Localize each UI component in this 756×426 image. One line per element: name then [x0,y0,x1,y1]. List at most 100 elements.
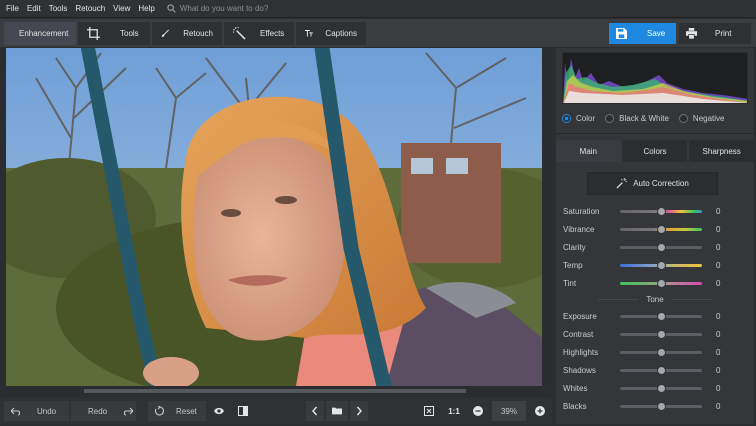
reset-icon [154,406,164,416]
tab-label: Enhancement [19,29,69,38]
slider-temp[interactable]: Temp 0 [556,256,754,274]
tone-label: Tone [646,295,664,304]
search-box[interactable]: What do you want to do? [167,4,269,13]
vertical-scrollbar[interactable] [543,48,550,386]
slider-shadows[interactable]: Shadows 0 [556,361,754,379]
minus-circle-icon [473,406,483,416]
tab-captions[interactable]: Captions [296,22,366,45]
redo-label: Redo [88,406,108,416]
feature-tabs: Enhancement Tools Retouch Effects Captio… [4,22,366,45]
slider-tint[interactable]: Tint 0 [556,274,754,292]
tab-main[interactable]: Main [556,140,621,162]
menu-file[interactable]: File [6,4,19,13]
photo-canvas[interactable] [6,48,542,386]
compare-button[interactable] [232,401,254,421]
tab-enhancement[interactable]: Enhancement [4,22,76,45]
undo-icon [11,407,21,416]
plus-circle-icon [535,406,545,416]
menu-edit[interactable]: Edit [27,4,41,13]
next-photo-button[interactable] [350,401,368,421]
print-button[interactable]: Print [679,23,751,44]
slider-knob[interactable] [657,365,666,375]
tab-label: Effects [260,29,285,38]
divider [556,133,754,134]
slider-knob[interactable] [657,260,666,270]
search-input[interactable]: What do you want to do? [180,4,269,13]
slider-value: 0 [716,383,721,393]
radio-dot [678,114,688,123]
slider-knob[interactable] [657,224,666,234]
slider-label: Exposure [563,311,597,321]
actual-size-button[interactable]: 1:1 [443,401,465,421]
slider-contrast[interactable]: Contrast 0 [556,325,754,343]
slider-label: Contrast [563,329,594,339]
zoom-out-button[interactable] [469,401,487,421]
chevron-right-icon [356,406,362,416]
scroll-thumb[interactable] [84,389,466,393]
main-toolbar: Enhancement Tools Retouch Effects Captio… [0,19,756,47]
menu-help[interactable]: Help [138,4,154,13]
preview-button[interactable] [208,401,230,421]
slider-label: Clarity [563,242,586,252]
folder-icon [332,407,342,415]
brush-icon [161,29,169,38]
histogram-graph [563,58,747,103]
menu-retouch[interactable]: Retouch [75,4,105,13]
slider-knob[interactable] [657,329,666,339]
mode-negative[interactable]: Negative [678,114,725,123]
tab-effects[interactable]: Effects [224,22,294,45]
slider-value: 0 [716,224,721,234]
save-button[interactable]: Save [609,23,676,44]
slider-blacks[interactable]: Blacks 0 [556,397,754,415]
slider-vibrance[interactable]: Vibrance 0 [556,220,754,238]
reset-button[interactable]: Reset [148,401,206,421]
search-icon [167,4,176,13]
floppy-disk-icon [616,28,627,39]
reset-label: Reset [176,406,197,416]
zoom-level[interactable]: 39% [492,401,526,421]
slider-label: Tint [563,278,577,288]
slider-highlights[interactable]: Highlights 0 [556,343,754,361]
slider-knob[interactable] [657,242,666,252]
slider-label: Whites [563,383,588,393]
slider-label: Blacks [563,401,587,411]
slider-value: 0 [716,278,721,288]
undo-button[interactable]: Undo [4,401,69,421]
auto-correction-button[interactable]: Auto Correction [587,172,718,195]
slider-knob[interactable] [657,278,666,288]
slider-saturation[interactable]: Saturation 0 [556,202,754,220]
slider-knob[interactable] [657,383,666,393]
slider-clarity[interactable]: Clarity 0 [556,238,754,256]
magic-wand-icon [233,27,246,40]
mode-black-white[interactable]: Black & White [605,114,669,123]
tab-retouch[interactable]: Retouch [152,22,222,45]
menu-view[interactable]: View [113,4,130,13]
open-folder-button[interactable] [326,401,348,421]
tab-colors[interactable]: Colors [622,140,688,162]
tab-label: Captions [325,29,357,38]
menu-tools[interactable]: Tools [49,4,68,13]
slider-knob[interactable] [657,206,666,216]
slider-knob[interactable] [657,347,666,357]
divider [671,299,712,300]
fit-to-screen-button[interactable] [420,401,438,421]
tab-label: Tools [120,29,139,38]
zoom-in-button[interactable] [531,401,549,421]
slider-knob[interactable] [657,401,666,411]
compare-icon [238,406,248,416]
slider-whites[interactable]: Whites 0 [556,379,754,397]
slider-knob[interactable] [657,311,666,321]
slider-exposure[interactable]: Exposure 0 [556,307,754,325]
redo-icon [124,407,134,416]
radio-dot [562,114,571,123]
tab-sharpness[interactable]: Sharpness [689,140,755,162]
divider [598,299,639,300]
mode-label: Negative [692,114,725,123]
tab-tools[interactable]: Tools [78,22,150,45]
slider-value: 0 [716,401,721,411]
redo-button[interactable]: Redo [71,401,136,421]
horizontal-scrollbar[interactable] [6,387,542,395]
photo-image [6,48,542,386]
mode-color[interactable]: Color [562,114,595,123]
previous-photo-button[interactable] [306,401,324,421]
